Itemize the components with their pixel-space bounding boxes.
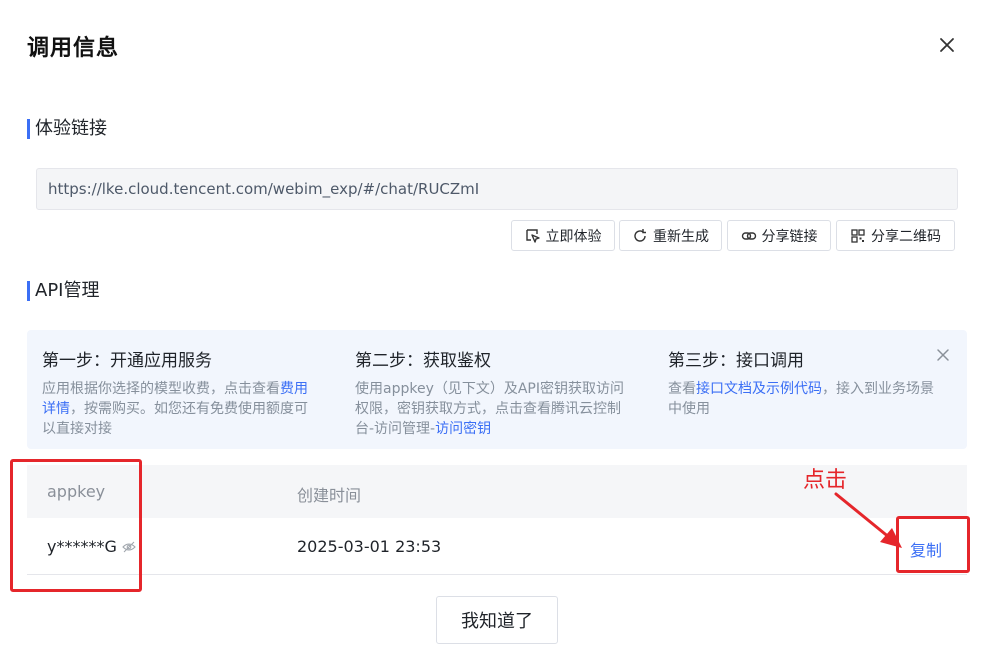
step-1-title: 第一步：开通应用服务 (42, 351, 212, 371)
link-icon (741, 228, 757, 244)
steps-panel: 第一步：开通应用服务 应用根据你选择的模型收费，点击查看费用详情，按需购买。如您… (27, 330, 967, 449)
step-1: 第一步：开通应用服务 应用根据你选择的模型收费，点击查看费用详情，按需购买。如您… (42, 346, 314, 439)
column-appkey: appkey (47, 482, 106, 501)
step-2: 第二步：获取鉴权 使用appkey（见下文）及API密钥获取访问权限，密钥获取方… (355, 346, 627, 439)
api-section-title: API管理 (27, 281, 99, 301)
step-3: 第三步：接口调用 查看接口文档及示例代码，接入到业务场景中使用 (668, 346, 940, 419)
cursor-click-icon (525, 228, 541, 244)
step-3-desc: 查看接口文档及示例代码，接入到业务场景中使用 (668, 381, 934, 417)
appkey-cell: y******G (47, 537, 136, 556)
api-docs-link[interactable]: 接口文档及示例代码 (696, 381, 822, 397)
refresh-icon (632, 228, 648, 244)
share-qr-button[interactable]: 分享二维码 (836, 220, 955, 251)
experience-section-title: 体验链接 (27, 119, 107, 139)
eye-slash-icon[interactable] (122, 540, 136, 554)
step-2-title: 第二步：获取鉴权 (355, 351, 491, 371)
column-created-time: 创建时间 (297, 486, 362, 505)
step-3-title: 第三步：接口调用 (668, 351, 804, 371)
step-2-desc: 使用appkey（见下文）及API密钥获取访问权限，密钥获取方式，点击查看腾讯云… (355, 381, 625, 437)
experience-url-field[interactable]: https://lke.cloud.tencent.com/webim_exp/… (36, 168, 958, 210)
created-time-value: 2025-03-01 23:53 (297, 537, 442, 556)
share-link-button[interactable]: 分享链接 (727, 220, 831, 251)
table-row: y******G 2025-03-01 23:53 复制 (27, 518, 967, 575)
close-icon[interactable] (936, 34, 958, 56)
step-1-desc: 应用根据你选择的模型收费，点击查看费用详情，按需购买。如您还有免费使用额度可以直… (42, 381, 308, 437)
access-key-link[interactable]: 访问密钥 (435, 421, 491, 437)
try-now-button[interactable]: 立即体验 (511, 220, 615, 251)
try-now-label: 立即体验 (545, 228, 602, 245)
regenerate-button[interactable]: 重新生成 (619, 220, 722, 251)
got-it-button[interactable]: 我知道了 (436, 596, 558, 644)
copy-button[interactable]: 复制 (910, 537, 942, 561)
share-qr-label: 分享二维码 (871, 228, 941, 245)
qr-code-icon (850, 228, 866, 244)
appkey-value: y******G (47, 537, 117, 556)
close-steps-icon[interactable] (935, 347, 951, 363)
click-annotation-label: 点击 (803, 468, 848, 493)
share-link-label: 分享链接 (761, 228, 818, 245)
dialog-title: 调用信息 (27, 36, 120, 61)
regenerate-label: 重新生成 (653, 228, 709, 245)
